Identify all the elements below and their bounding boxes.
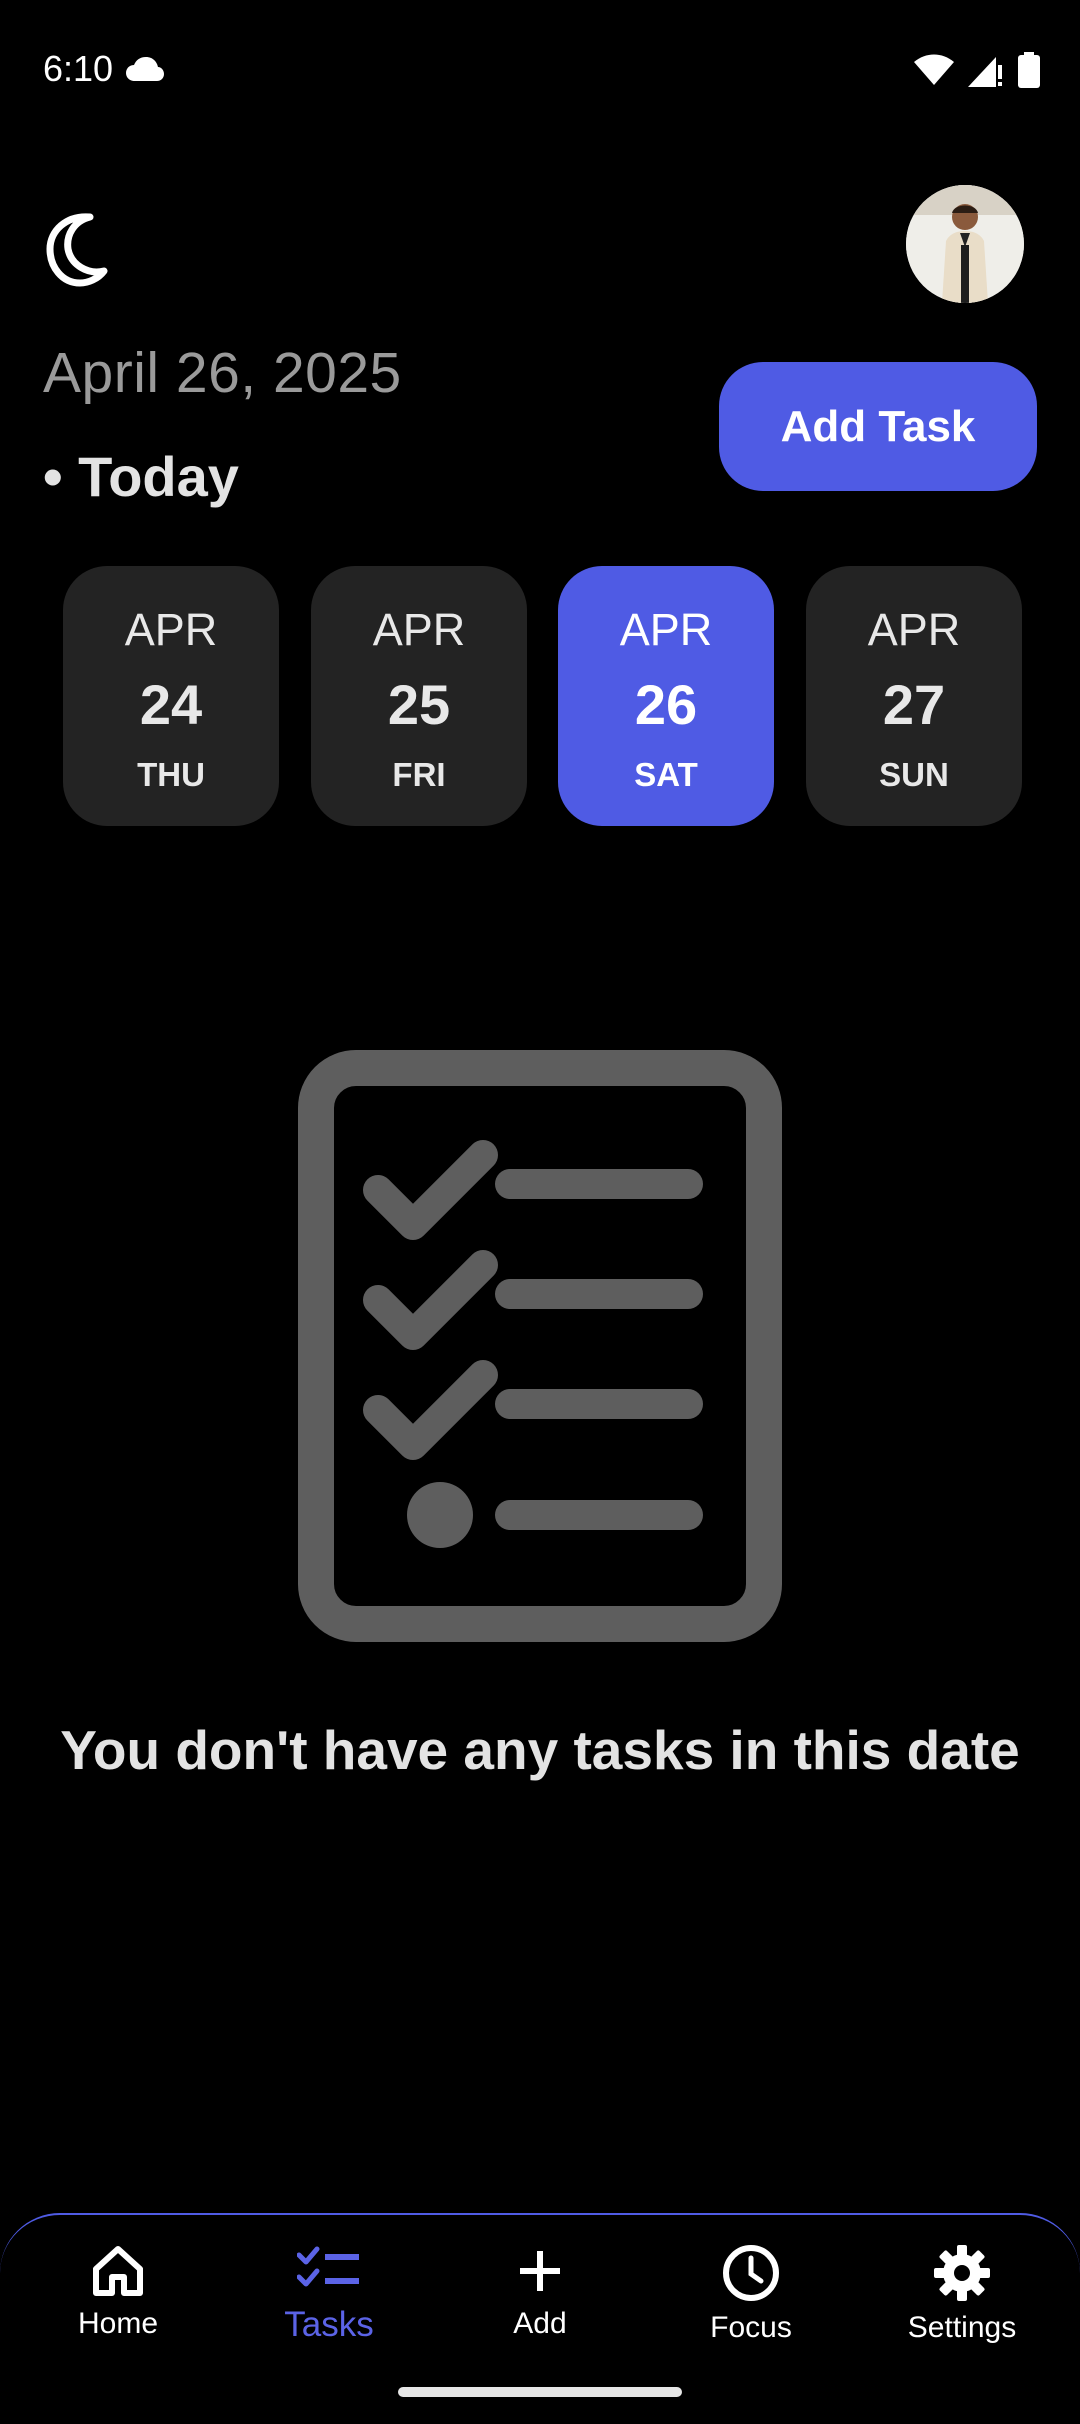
nav-label: Home: [77, 2307, 159, 2340]
day-number: 27: [882, 673, 946, 736]
day-month: APR: [867, 604, 961, 655]
day-card-27[interactable]: APR 27 SUN: [806, 566, 1022, 826]
empty-state-message: You don't have any tasks in this date: [60, 1719, 1020, 1781]
nav-label: Settings: [907, 2311, 1017, 2344]
day-card-26[interactable]: APR 26 SAT: [558, 566, 774, 826]
home-icon: [93, 2246, 143, 2296]
moon-icon: [46, 213, 108, 287]
nav-add[interactable]: Add: [440, 2243, 640, 2363]
nav-focus[interactable]: Focus: [651, 2243, 851, 2363]
battery-icon: [1018, 52, 1040, 88]
current-date: April 26, 2025: [43, 341, 402, 405]
plus-icon: [520, 2251, 560, 2291]
home-indicator[interactable]: [398, 2387, 682, 2397]
day-month: APR: [124, 604, 218, 655]
checklist-icon: [298, 1050, 782, 1642]
nav-label: Add: [513, 2307, 567, 2340]
tasks-icon: [297, 2246, 359, 2287]
day-number: 26: [634, 673, 698, 736]
day-card-24[interactable]: APR 24 THU: [63, 566, 279, 826]
nav-label: Focus: [710, 2311, 792, 2344]
day-number: 25: [387, 673, 451, 736]
avatar[interactable]: [906, 185, 1024, 303]
cloud-icon: [126, 57, 164, 81]
day-number: 24: [139, 673, 203, 736]
nav-tasks[interactable]: Tasks: [229, 2243, 429, 2363]
user-avatar: [906, 185, 1024, 303]
day-weekday: FRI: [392, 756, 446, 793]
day-weekday: THU: [137, 756, 205, 793]
signal-icon: [968, 57, 1002, 87]
nav-settings[interactable]: Settings: [862, 2243, 1062, 2363]
clock-icon: [723, 2245, 779, 2301]
wifi-icon: [914, 54, 954, 85]
day-month: APR: [619, 604, 713, 655]
nav-label: Tasks: [284, 2305, 374, 2344]
day-card-25[interactable]: APR 25 FRI: [311, 566, 527, 826]
add-task-button[interactable]: Add Task: [719, 362, 1037, 491]
day-weekday: SAT: [634, 756, 698, 793]
nav-home[interactable]: Home: [18, 2243, 218, 2363]
gear-icon: [934, 2245, 990, 2301]
today-label: • Today: [43, 445, 239, 508]
day-month: APR: [372, 604, 466, 655]
status-time: 6:10: [43, 48, 114, 89]
status-bar: 6:10: [0, 0, 1080, 140]
day-weekday: SUN: [879, 756, 949, 793]
theme-toggle-button[interactable]: [44, 205, 128, 289]
status-icons: [914, 52, 1040, 88]
